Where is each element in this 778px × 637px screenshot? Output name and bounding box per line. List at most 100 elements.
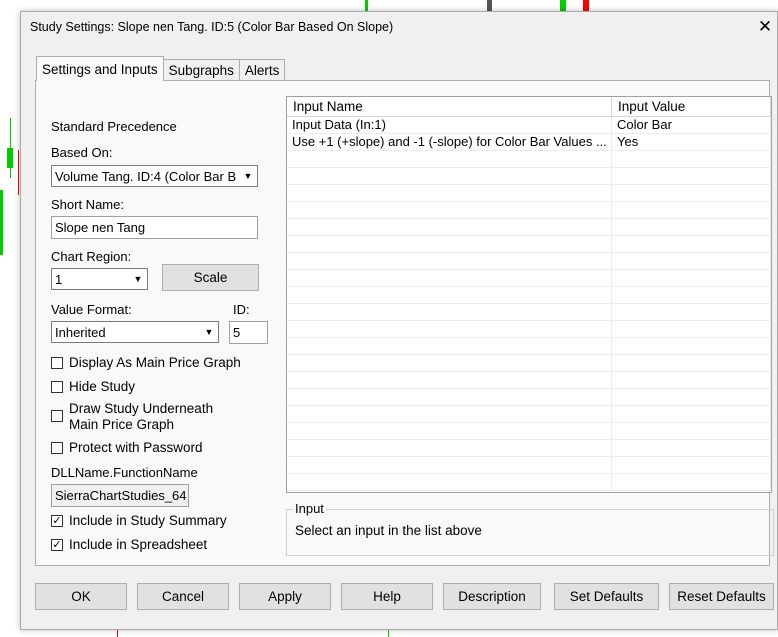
cancel-button[interactable]: Cancel (137, 583, 229, 610)
empty-table-row (287, 389, 771, 406)
empty-table-row (287, 151, 771, 168)
empty-cell (287, 151, 612, 167)
empty-cell (612, 389, 771, 405)
empty-cell (287, 253, 612, 269)
empty-table-row (287, 440, 771, 457)
empty-cell (287, 219, 612, 235)
based-on-select[interactable]: Volume Tang. ID:4 (Color Bar B ▼ (51, 165, 258, 187)
empty-table-row (287, 287, 771, 304)
empty-cell (287, 372, 612, 388)
protect-password-label: Protect with Password (69, 440, 203, 455)
candle-wick (18, 150, 19, 195)
settings-panel: Standard Precedence Based On: Volume Tan… (35, 80, 774, 566)
empty-cell (287, 338, 612, 354)
empty-cell (287, 287, 612, 303)
empty-table-row (287, 202, 771, 219)
value-format-label: Value Format: (51, 302, 132, 317)
tab-subgraphs[interactable]: Subgraphs (162, 59, 240, 81)
protect-password-checkbox[interactable]: Protect with Password (51, 440, 203, 455)
empty-cell (612, 202, 771, 218)
column-header-input-value[interactable]: Input Value (612, 97, 771, 116)
empty-table-row (287, 355, 771, 372)
empty-cell (287, 185, 612, 201)
chevron-down-icon: ▼ (130, 270, 146, 288)
candle-wick (117, 630, 118, 637)
empty-cell (612, 474, 771, 490)
empty-table-row (287, 253, 771, 270)
chart-region-select[interactable]: 1 ▼ (51, 268, 148, 290)
empty-rows (287, 151, 771, 491)
draw-underneath-checkbox[interactable]: Draw Study Underneath Main Price Graph (51, 401, 213, 433)
input-group-legend: Input (293, 501, 326, 516)
inputs-table[interactable]: Input Name Input Value Input Data (In:1)… (286, 96, 772, 493)
candle (487, 0, 492, 11)
empty-cell (287, 355, 612, 371)
chevron-down-icon: ▼ (201, 323, 217, 341)
include-spreadsheet-label: Include in Spreadsheet (69, 537, 208, 552)
empty-cell (612, 253, 771, 269)
tab-alerts[interactable]: Alerts (238, 59, 286, 81)
draw-underneath-label: Draw Study Underneath Main Price Graph (69, 401, 213, 433)
empty-cell (612, 219, 771, 235)
empty-cell (612, 168, 771, 184)
candle (560, 0, 566, 11)
empty-cell (287, 474, 612, 490)
table-cell: Yes (612, 134, 771, 150)
input-description-text: Select an input in the list above (295, 523, 482, 538)
help-button[interactable]: Help (341, 583, 433, 610)
table-row[interactable]: Use +1 (+slope) and -1 (-slope) for Colo… (287, 134, 771, 151)
include-summary-checkbox[interactable]: ✓ Include in Study Summary (51, 513, 227, 528)
scale-button[interactable]: Scale (162, 264, 259, 291)
checked-icon: ✓ (51, 539, 63, 551)
apply-button[interactable]: Apply (239, 583, 331, 610)
checkbox-box (51, 357, 63, 369)
id-input[interactable]: 5 (229, 321, 268, 344)
id-label: ID: (233, 302, 250, 317)
table-header: Input Name Input Value (287, 97, 771, 117)
checkbox-box (51, 410, 63, 422)
empty-cell (287, 236, 612, 252)
empty-cell (287, 321, 612, 337)
empty-cell (612, 185, 771, 201)
candle (7, 148, 13, 168)
dialog-title: Study Settings: Slope nen Tang. ID:5 (Co… (30, 20, 394, 34)
empty-cell (287, 168, 612, 184)
candle (365, 0, 368, 11)
based-on-value: Volume Tang. ID:4 (Color Bar B (55, 169, 237, 184)
hide-study-label: Hide Study (69, 379, 136, 394)
ok-button[interactable]: OK (35, 583, 127, 610)
empty-cell (287, 202, 612, 218)
value-format-value: Inherited (55, 325, 106, 340)
empty-table-row (287, 304, 771, 321)
empty-cell (612, 287, 771, 303)
value-format-select[interactable]: Inherited ▼ (51, 321, 219, 343)
empty-cell (612, 406, 771, 422)
include-spreadsheet-checkbox[interactable]: ✓ Include in Spreadsheet (51, 537, 207, 552)
reset-defaults-button[interactable]: Reset Defaults (669, 583, 774, 610)
empty-table-row (287, 406, 771, 423)
empty-table-row (287, 168, 771, 185)
tab-settings-and-inputs[interactable]: Settings and Inputs (36, 56, 164, 81)
empty-table-row (287, 270, 771, 287)
dll-name-label: DLLName.FunctionName (51, 465, 198, 480)
empty-table-row (287, 372, 771, 389)
empty-table-row (287, 321, 771, 338)
short-name-label: Short Name: (51, 197, 124, 212)
description-button[interactable]: Description (443, 583, 541, 610)
checked-icon: ✓ (51, 515, 63, 527)
empty-table-row (287, 457, 771, 474)
display-main-checkbox[interactable]: Display As Main Price Graph (51, 355, 241, 370)
study-settings-dialog: Study Settings: Slope nen Tang. ID:5 (Co… (20, 11, 778, 630)
set-defaults-button[interactable]: Set Defaults (554, 583, 659, 610)
column-header-input-name[interactable]: Input Name (287, 97, 612, 116)
candle-wick (388, 630, 389, 637)
empty-cell (287, 423, 612, 439)
table-row[interactable]: Input Data (In:1) Color Bar (287, 117, 771, 134)
empty-cell (612, 423, 771, 439)
close-icon[interactable]: ✕ (753, 15, 777, 39)
hide-study-checkbox[interactable]: Hide Study (51, 379, 135, 394)
candle (0, 190, 3, 255)
empty-cell (287, 270, 612, 286)
chart-region-value: 1 (55, 272, 63, 287)
short-name-input[interactable]: Slope nen Tang (51, 216, 258, 239)
